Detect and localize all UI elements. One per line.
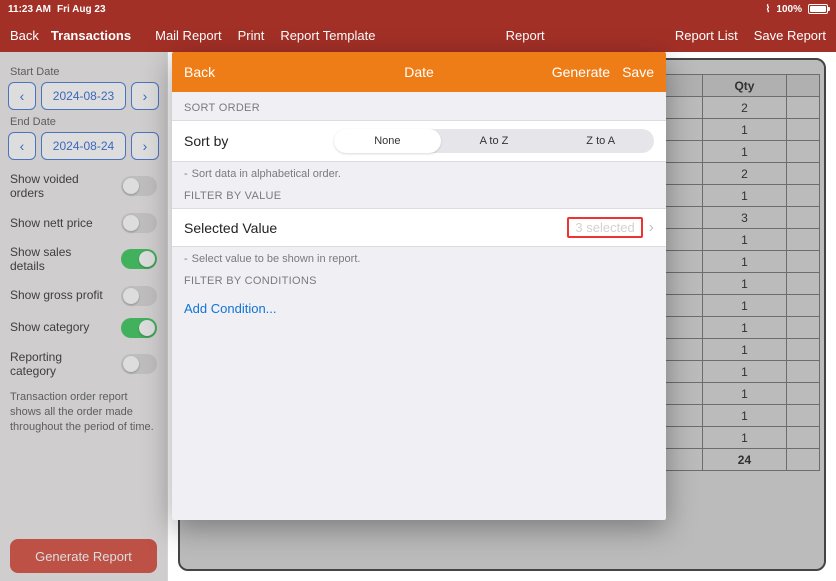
toggle-reporting-category-label: Reporting category — [10, 350, 108, 379]
nav-save-report[interactable]: Save Report — [754, 28, 826, 43]
filter-conditions-section-label: FILTER BY CONDITIONS — [172, 265, 666, 293]
sidebar: Start Date ‹ 2024-08-23 › End Date ‹ 202… — [0, 52, 168, 581]
filter-value-section-label: FILTER BY VALUE — [172, 180, 666, 208]
sort-option-az[interactable]: A to Z — [441, 129, 548, 153]
toggle-reporting-category[interactable] — [121, 354, 157, 374]
hint-dash: - — [184, 253, 192, 265]
sort-hint: Sort data in alphabetical order. — [192, 168, 341, 180]
sort-option-none[interactable]: None — [334, 129, 441, 153]
chevron-left-icon: ‹ — [20, 138, 25, 154]
nav-print[interactable]: Print — [238, 28, 265, 43]
generate-report-button[interactable]: Generate Report — [10, 539, 157, 573]
end-date-prev-button[interactable]: ‹ — [8, 132, 36, 160]
toggle-category-label: Show category — [10, 320, 89, 334]
sort-by-label: Sort by — [184, 133, 228, 149]
toggle-sales-label: Show sales details — [10, 245, 108, 274]
toggle-category[interactable] — [121, 318, 157, 338]
end-date-next-button[interactable]: › — [131, 132, 159, 160]
status-bar: 11:23 AM Fri Aug 23 ⌇ 100% — [0, 0, 836, 18]
add-condition-button[interactable]: Add Condition... — [172, 293, 666, 324]
end-date-label: End Date — [10, 116, 157, 128]
chevron-right-icon: › — [649, 219, 654, 237]
modal-back-button[interactable]: Back — [184, 64, 215, 80]
sort-option-za[interactable]: Z to A — [547, 129, 654, 153]
sort-by-row: Sort by None A to Z Z to A — [172, 120, 666, 162]
date-config-modal: Back Date Generate Save SORT ORDER Sort … — [172, 52, 666, 520]
battery-percent: 100% — [776, 4, 802, 15]
nav-title: Transactions — [51, 28, 131, 43]
nav-report-list[interactable]: Report List — [675, 28, 738, 43]
battery-icon — [808, 4, 828, 14]
nav-mail-report[interactable]: Mail Report — [155, 28, 221, 43]
nav-back-button[interactable]: Back — [10, 28, 39, 43]
sort-segmented-control[interactable]: None A to Z Z to A — [334, 129, 654, 153]
modal-header: Back Date Generate Save — [172, 52, 666, 92]
top-nav: Back Transactions Mail Report Print Repo… — [0, 18, 836, 52]
toggle-nett-label: Show nett price — [10, 216, 93, 230]
nav-report-template[interactable]: Report Template — [280, 28, 375, 43]
hint-dash: - — [184, 168, 192, 180]
start-date-button[interactable]: 2024-08-23 — [41, 82, 126, 110]
modal-generate-button[interactable]: Generate — [552, 64, 610, 80]
selected-hint: Select value to be shown in report. — [192, 253, 361, 265]
status-time: 11:23 AM — [8, 4, 51, 15]
status-date: Fri Aug 23 — [57, 4, 106, 15]
selected-value-row[interactable]: Selected Value 3 selected › — [172, 208, 666, 247]
start-date-label: Start Date — [10, 66, 157, 78]
toggle-voided-label: Show voided orders — [10, 172, 108, 201]
chevron-left-icon: ‹ — [20, 88, 25, 104]
toggle-voided[interactable] — [121, 176, 157, 196]
modal-save-button[interactable]: Save — [622, 64, 654, 80]
toggle-sales[interactable] — [121, 249, 157, 269]
wifi-icon: ⌇ — [766, 4, 771, 15]
selected-value-count: 3 selected — [567, 217, 642, 238]
toggle-gross[interactable] — [121, 286, 157, 306]
start-date-next-button[interactable]: › — [131, 82, 159, 110]
sidebar-description: Transaction order report shows all the o… — [10, 390, 157, 435]
selected-value-label: Selected Value — [184, 220, 277, 236]
sort-order-section-label: SORT ORDER — [172, 92, 666, 120]
chevron-right-icon: › — [143, 88, 148, 104]
chevron-right-icon: › — [143, 138, 148, 154]
end-date-button[interactable]: 2024-08-24 — [41, 132, 126, 160]
toggle-nett[interactable] — [121, 213, 157, 233]
nav-center-label: Report — [506, 28, 545, 43]
start-date-prev-button[interactable]: ‹ — [8, 82, 36, 110]
toggle-gross-label: Show gross profit — [10, 288, 103, 302]
